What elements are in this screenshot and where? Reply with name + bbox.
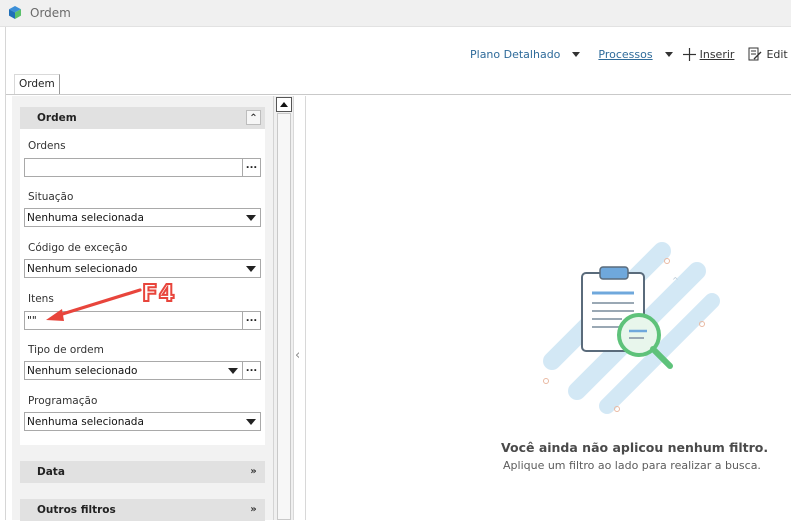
toolbar: Plano Detalhado Processos Inserir Edit <box>470 45 788 63</box>
edit-document-icon <box>748 47 762 61</box>
scroll-thumb[interactable] <box>277 113 291 520</box>
panel-collapse-bar[interactable]: ‹ <box>294 96 306 520</box>
f4-annotation-arrow <box>46 288 142 321</box>
programacao-value: Nenhuma selecionada <box>27 416 144 428</box>
tipo-ordem-value: Nenhum selecionado <box>27 365 138 377</box>
chevron-down-icon[interactable] <box>228 368 238 374</box>
collapse-up-icon[interactable]: ⌃ <box>246 110 261 125</box>
situacao-value: Nenhuma selecionada <box>27 212 144 224</box>
svg-text:^: ^ <box>672 276 679 285</box>
tipo-ordem-lookup-button[interactable]: ... <box>242 362 260 379</box>
ordens-input[interactable]: ... <box>24 158 261 177</box>
tipo-ordem-label: Tipo de ordem <box>28 344 104 356</box>
processos-dropdown-caret-icon[interactable] <box>664 51 673 57</box>
title-bar: Ordem <box>0 0 791 27</box>
expand-down-icon[interactable]: » <box>246 464 261 479</box>
plano-dropdown-caret-icon[interactable] <box>572 51 581 57</box>
itens-lookup-button[interactable]: ... <box>242 312 260 329</box>
plus-icon <box>682 47 696 61</box>
section-data-header[interactable]: Data » <box>20 461 265 483</box>
programacao-select[interactable]: Nenhuma selecionada <box>24 412 261 431</box>
chevron-down-icon[interactable] <box>246 215 256 221</box>
expand-down-icon[interactable]: » <box>246 502 261 517</box>
tipo-ordem-select[interactable]: Nenhum selecionado ... <box>24 361 261 380</box>
ordens-label: Ordens <box>28 140 66 152</box>
empty-search-illustration: ^ <box>543 242 720 414</box>
window-title: Ordem <box>30 6 71 20</box>
empty-state-subtitle: Aplique um filtro ao lado para realizar … <box>503 459 761 472</box>
editar-button[interactable]: Edit <box>748 47 788 61</box>
codigo-excecao-label: Código de exceção <box>28 242 128 254</box>
situacao-select[interactable]: Nenhuma selecionada <box>24 208 261 227</box>
situacao-label: Situação <box>28 191 74 203</box>
window-border <box>5 27 6 520</box>
plano-detalhado-link[interactable]: Plano Detalhado <box>470 48 560 61</box>
section-outros-header[interactable]: Outros filtros » <box>20 499 265 521</box>
chevron-down-icon[interactable] <box>246 266 256 272</box>
codigo-excecao-value: Nenhum selecionado <box>27 263 138 275</box>
ordens-lookup-button[interactable]: ... <box>242 159 260 176</box>
section-data-title: Data <box>37 466 65 478</box>
codigo-excecao-select[interactable]: Nenhum selecionado <box>24 259 261 278</box>
section-outros-title: Outros filtros <box>37 504 116 516</box>
app-logo-icon <box>9 6 21 19</box>
empty-state-title: Você ainda não aplicou nenhum filtro. <box>501 440 769 455</box>
tab-divider <box>6 94 791 95</box>
chevron-down-icon[interactable] <box>246 419 256 425</box>
scroll-up-arrow-icon[interactable] <box>276 97 292 112</box>
editar-label: Edit <box>766 47 788 61</box>
section-ordem-header[interactable]: Ordem ⌃ <box>20 107 265 129</box>
filter-scrollbar[interactable] <box>274 96 294 520</box>
inserir-label: Inserir <box>699 47 735 61</box>
results-area: ^ Você ainda não aplicou nenhum filtro. … <box>307 96 791 520</box>
processos-link[interactable]: Processos <box>598 48 652 61</box>
programacao-label: Programação <box>28 395 98 407</box>
app-window: Ordem Plano Detalhado Processos Inserir … <box>0 0 791 521</box>
section-ordem-title: Ordem <box>37 112 77 124</box>
f4-annotation-label: F4 <box>141 280 176 308</box>
chevron-left-icon[interactable]: ‹ <box>295 348 300 363</box>
inserir-button[interactable]: Inserir <box>682 47 735 61</box>
tab-ordem[interactable]: Ordem <box>14 74 60 94</box>
